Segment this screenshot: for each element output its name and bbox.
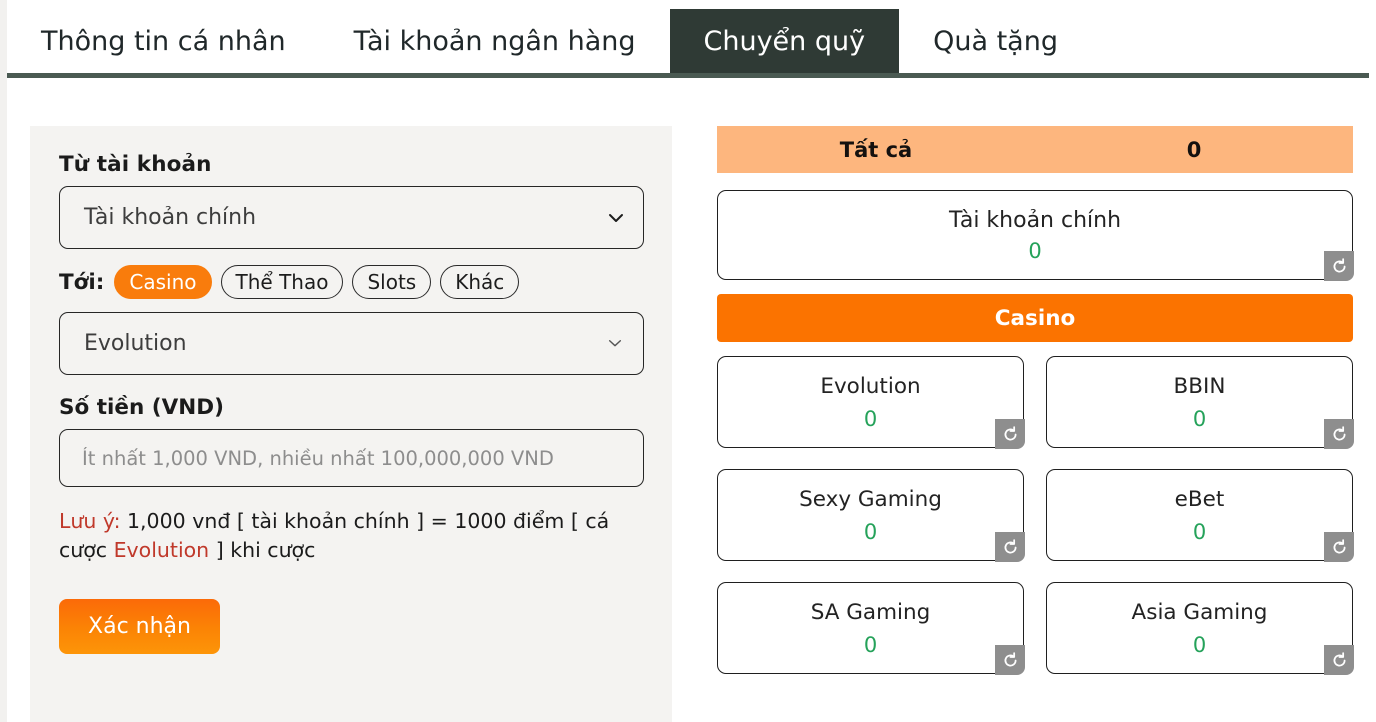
provider-card-evolution[interactable]: Evolution 0 bbox=[717, 356, 1025, 449]
chevron-down-icon bbox=[607, 209, 625, 227]
transfer-funds-page: kabo247.com Thông tin cá nhân Tài khoản … bbox=[0, 0, 1376, 722]
amount-input[interactable] bbox=[59, 429, 644, 487]
page-content: Từ tài khoản Tài khoản chính Tới: Casino… bbox=[7, 83, 1369, 722]
to-option-casino[interactable]: Casino bbox=[114, 265, 212, 299]
balances-panel: Tất cả 0 Tài khoản chính 0 Casino Evolut… bbox=[717, 126, 1354, 675]
provider-value: 0 bbox=[863, 519, 878, 544]
provider-value: Evolution bbox=[84, 331, 187, 356]
from-account-value: Tài khoản chính bbox=[84, 205, 257, 230]
provider-card-sexy-gaming[interactable]: Sexy Gaming 0 bbox=[717, 469, 1025, 562]
refresh-icon[interactable] bbox=[995, 419, 1025, 449]
confirm-button[interactable]: Xác nhận bbox=[59, 599, 220, 654]
refresh-icon[interactable] bbox=[995, 645, 1025, 675]
provider-value: 0 bbox=[863, 406, 878, 431]
provider-name: SA Gaming bbox=[810, 599, 931, 625]
refresh-icon[interactable] bbox=[995, 532, 1025, 562]
refresh-icon[interactable] bbox=[1324, 532, 1354, 562]
chevron-down-icon bbox=[607, 335, 625, 353]
provider-value: 0 bbox=[1192, 406, 1207, 431]
note-suffix: ] khi cược bbox=[209, 538, 316, 562]
refresh-icon[interactable] bbox=[1324, 251, 1354, 281]
to-option-khac[interactable]: Khác bbox=[440, 265, 520, 299]
refresh-icon[interactable] bbox=[1324, 645, 1354, 675]
tab-thong-tin-ca-nhan[interactable]: Thông tin cá nhân bbox=[7, 9, 320, 73]
provider-card-sa-gaming[interactable]: SA Gaming 0 bbox=[717, 582, 1025, 675]
provider-select[interactable]: Evolution bbox=[59, 312, 644, 375]
provider-card-bbin[interactable]: BBIN 0 bbox=[1046, 356, 1354, 449]
main-account-card[interactable]: Tài khoản chính 0 bbox=[717, 190, 1354, 281]
provider-value: 0 bbox=[1192, 632, 1207, 657]
provider-card-asia-gaming[interactable]: Asia Gaming 0 bbox=[1046, 582, 1354, 675]
provider-value: 0 bbox=[863, 632, 878, 657]
note-prefix: Lưu ý: bbox=[59, 509, 121, 533]
provider-value: 0 bbox=[1192, 519, 1207, 544]
total-balance-value: 0 bbox=[1186, 137, 1202, 162]
main-tabbar: Thông tin cá nhân Tài khoản ngân hàng Ch… bbox=[7, 9, 1369, 78]
section-header-casino[interactable]: Casino bbox=[717, 294, 1353, 342]
transfer-note: Lưu ý: 1,000 vnđ [ tài khoản chính ] = 1… bbox=[59, 507, 644, 565]
from-account-label: Từ tài khoản bbox=[59, 152, 212, 177]
transfer-form-panel: Từ tài khoản Tài khoản chính Tới: Casino… bbox=[30, 126, 672, 722]
refresh-icon[interactable] bbox=[1324, 419, 1354, 449]
provider-card-ebet[interactable]: eBet 0 bbox=[1046, 469, 1354, 562]
provider-name: Sexy Gaming bbox=[799, 486, 942, 512]
tab-chuyen-quy[interactable]: Chuyển quỹ bbox=[669, 9, 900, 73]
tab-tai-khoan-ngan-hang[interactable]: Tài khoản ngân hàng bbox=[320, 9, 670, 73]
to-label: Tới: bbox=[59, 269, 105, 295]
to-category-row: Tới: Casino Thể Thao Slots Khác bbox=[59, 265, 643, 299]
provider-name: BBIN bbox=[1173, 373, 1226, 399]
provider-name: Asia Gaming bbox=[1131, 599, 1268, 625]
total-balance-bar: Tất cả 0 bbox=[717, 126, 1353, 173]
main-account-name: Tài khoản chính bbox=[948, 207, 1122, 233]
amount-label: Số tiền (VND) bbox=[59, 395, 224, 420]
note-highlight: Evolution bbox=[113, 538, 210, 562]
left-gutter bbox=[0, 0, 7, 722]
provider-balance-grid: Evolution 0 BBIN 0 Sexy Gaming 0 eBet 0 … bbox=[717, 356, 1354, 675]
total-balance-label: Tất cả bbox=[839, 137, 913, 162]
from-account-select[interactable]: Tài khoản chính bbox=[59, 186, 644, 249]
to-option-the-thao[interactable]: Thể Thao bbox=[220, 265, 344, 299]
provider-name: eBet bbox=[1174, 486, 1225, 512]
tab-qua-tang[interactable]: Quà tặng bbox=[899, 9, 1092, 73]
to-option-slots[interactable]: Slots bbox=[352, 265, 432, 299]
main-account-value: 0 bbox=[1028, 238, 1042, 263]
provider-name: Evolution bbox=[820, 373, 921, 399]
